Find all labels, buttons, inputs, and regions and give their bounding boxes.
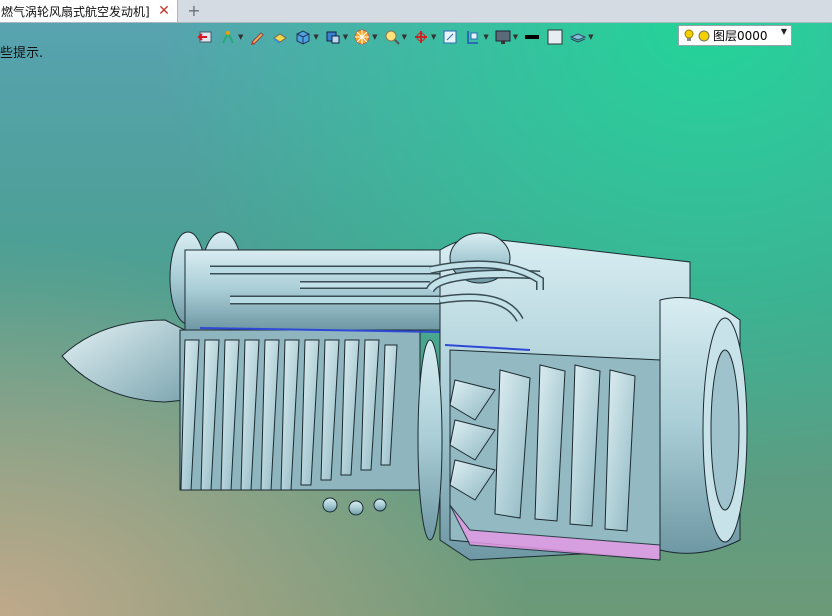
frame-icon [441, 28, 459, 46]
layer-dot-icon [698, 30, 710, 42]
fill-color-icon [546, 28, 564, 46]
cube-view-button[interactable]: ▼ [294, 27, 319, 47]
layer-stack-icon [569, 28, 587, 46]
display-mode-icon [324, 28, 342, 46]
chevron-down-icon: ▼ [430, 33, 437, 41]
section-icon [464, 28, 482, 46]
line-color-icon [523, 28, 541, 46]
chevron-down-icon: ▼ [372, 33, 378, 41]
chevron-down-icon[interactable]: ▼ [781, 27, 787, 36]
exit-icon [196, 28, 214, 46]
chevron-down-icon: ▼ [512, 33, 519, 41]
combustor-disk [417, 339, 443, 541]
pencil-icon [248, 28, 266, 46]
layer-stack-button[interactable]: ▼ [569, 27, 594, 47]
new-tab-button[interactable]: + [184, 0, 204, 22]
face-icon [271, 28, 289, 46]
face-button[interactable] [271, 27, 289, 47]
zoom-button[interactable]: ▼ [383, 27, 407, 47]
fill-color-button[interactable] [546, 27, 564, 47]
exit-button[interactable] [196, 27, 214, 47]
chevron-down-icon: ▼ [313, 33, 319, 41]
pencil-button[interactable] [248, 27, 266, 47]
chevron-down-icon: ▼ [238, 33, 244, 41]
layer-select[interactable]: 图层0000 ▼ [678, 25, 792, 46]
section-button[interactable]: ▼ [464, 27, 489, 47]
compressor-casing [184, 249, 471, 331]
cube-view-icon [294, 28, 312, 46]
chevron-down-icon: ▼ [342, 33, 349, 41]
bulb-icon [683, 29, 695, 43]
chevron-down-icon: ▼ [588, 33, 594, 41]
engine-model[interactable] [0, 0, 832, 616]
line-color-button[interactable] [523, 27, 541, 47]
view-toolbar: ▼ ▼ ▼ ▼ ▼ ▼ ▼ ▼ ▼ [196, 26, 599, 48]
chevron-down-icon: ▼ [401, 33, 407, 41]
monitor-icon [494, 28, 512, 46]
render-button[interactable]: ▼ [353, 27, 378, 47]
render-icon [353, 28, 371, 46]
sketch-button[interactable]: ▼ [219, 27, 243, 47]
document-tab-title: 燃气涡轮风扇式航空发动机] [1, 4, 150, 19]
orient-icon [412, 28, 430, 46]
zoom-icon [383, 28, 401, 46]
close-icon[interactable]: ✕ [155, 3, 173, 19]
layer-label: 图层0000 [713, 29, 768, 43]
chevron-down-icon: ▼ [483, 33, 489, 41]
tab-bar: 燃气涡轮风扇式航空发动机] ✕ + [0, 0, 832, 23]
display-mode-button[interactable]: ▼ [324, 27, 348, 47]
document-tab[interactable]: 燃气涡轮风扇式航空发动机] ✕ [0, 0, 178, 22]
frame-button[interactable] [441, 27, 459, 47]
nose-cone [61, 319, 186, 403]
monitor-button[interactable]: ▼ [494, 27, 518, 47]
sketch-icon [219, 28, 237, 46]
orient-button[interactable]: ▼ [412, 27, 436, 47]
hint-text: 些提示. [0, 46, 44, 61]
